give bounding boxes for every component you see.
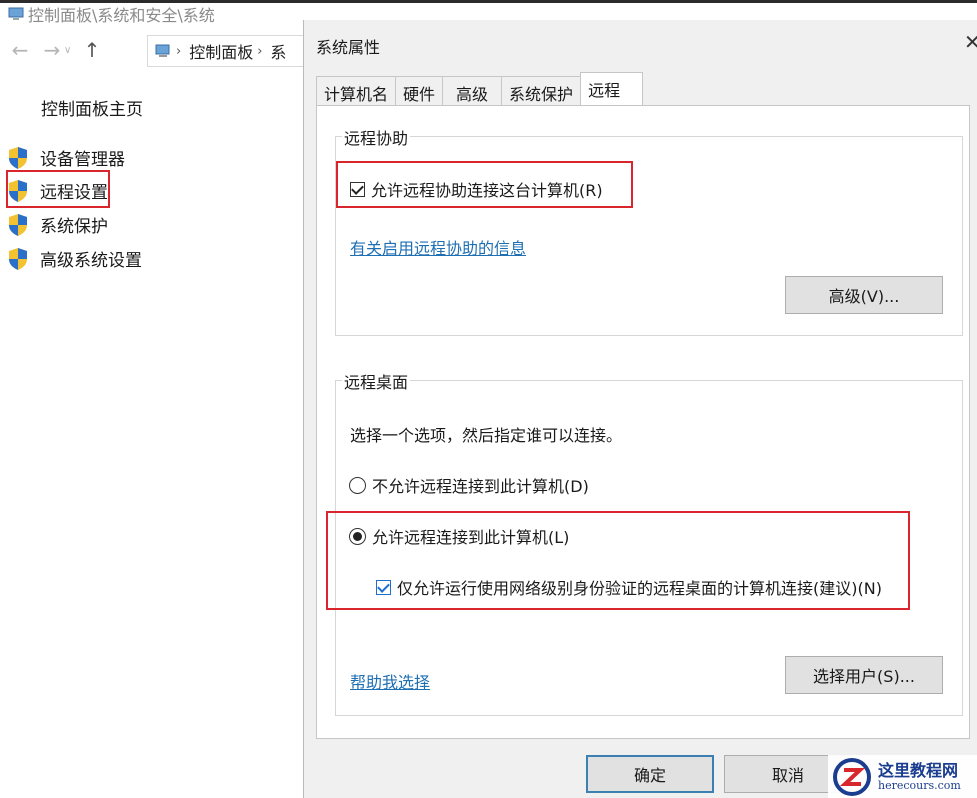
forward-arrow-icon[interactable]: → — [40, 38, 64, 62]
highlight-box-remote-assistance — [336, 161, 633, 208]
breadcrumb-system[interactable]: 系 — [270, 39, 286, 63]
deny-remote-label: 不允许远程连接到此计算机(D) — [372, 477, 589, 496]
close-icon[interactable]: ✕ — [964, 30, 977, 54]
sidebar-item-label: 设备管理器 — [40, 150, 125, 170]
watermark-en: herecours.com — [878, 778, 961, 792]
deny-remote-radio[interactable] — [349, 476, 366, 494]
remote-assistance-info-link[interactable]: 有关启用远程协助的信息 — [350, 235, 526, 259]
tab-system-protection[interactable]: 系统保护 — [501, 76, 582, 106]
deny-remote-radio-row[interactable]: 不允许远程连接到此计算机(D) — [349, 473, 589, 497]
watermark-text: 这里教程网 herecours.com — [878, 760, 961, 792]
highlight-box-remote-settings — [6, 170, 110, 208]
shield-icon — [9, 146, 27, 169]
system-properties-dialog: 系统属性 ✕ 计算机名 硬件 高级 系统保护 远程 远程协助 允许远程协助连接这… — [303, 20, 977, 798]
ok-button[interactable]: 确定 — [586, 755, 714, 793]
select-users-button[interactable]: 选择用户(S)... — [785, 656, 943, 694]
back-arrow-icon[interactable]: ← — [0, 38, 40, 62]
help-me-choose-link[interactable]: 帮助我选择 — [350, 669, 430, 693]
computer-icon — [8, 7, 24, 20]
watermark-cn: 这里教程网 — [878, 760, 959, 780]
dialog-title: 系统属性 — [316, 38, 381, 57]
sidebar-item-label: 系统保护 — [40, 217, 108, 237]
shield-icon — [9, 213, 27, 236]
tab-panel-remote: 远程协助 允许远程协助连接这台计算机(R) 有关启用远程协助的信息 高级(V).… — [316, 105, 970, 739]
address-bar[interactable]: › 控制面板 › 系 — [147, 35, 308, 67]
group-label-remote-desktop: 远程桌面 — [342, 369, 411, 393]
bg-window-title-text: 控制面板\系统和安全\系统 — [28, 6, 215, 25]
tab-advanced[interactable]: 高级 — [442, 76, 503, 106]
tab-remote[interactable]: 远程 — [580, 72, 644, 106]
chevron-right-icon: › — [257, 43, 263, 59]
shield-icon — [9, 247, 27, 270]
tab-computer-name[interactable]: 计算机名 — [316, 76, 397, 106]
sidebar-item-advanced-settings[interactable]: 高级系统设置 — [7, 246, 142, 271]
sidebar-item-device-manager[interactable]: 设备管理器 — [7, 145, 125, 170]
watermark-logo — [833, 757, 871, 796]
control-panel-icon — [155, 44, 170, 57]
tab-strip: 计算机名 硬件 高级 系统保护 远程 — [316, 72, 644, 106]
watermark: 这里教程网 herecours.com — [828, 755, 977, 798]
advanced-button[interactable]: 高级(V)... — [785, 276, 943, 314]
chevron-right-icon: › — [176, 43, 182, 59]
sidebar-item-system-protection[interactable]: 系统保护 — [7, 212, 108, 237]
up-arrow-icon[interactable]: ↑ — [78, 38, 106, 62]
group-label-remote-assistance: 远程协助 — [342, 125, 411, 149]
recent-dropdown-icon[interactable]: ∨ — [64, 45, 78, 56]
tab-hardware[interactable]: 硬件 — [395, 76, 444, 106]
sidebar-item-label: 高级系统设置 — [40, 251, 142, 271]
highlight-box-remote-desktop — [326, 511, 910, 610]
breadcrumb-control-panel[interactable]: 控制面板 — [189, 39, 253, 63]
bg-window-title: 控制面板\系统和安全\系统 — [8, 2, 215, 26]
remote-desktop-instruction: 选择一个选项，然后指定谁可以连接。 — [350, 426, 623, 445]
sidebar-home-link[interactable]: 控制面板主页 — [41, 95, 143, 120]
